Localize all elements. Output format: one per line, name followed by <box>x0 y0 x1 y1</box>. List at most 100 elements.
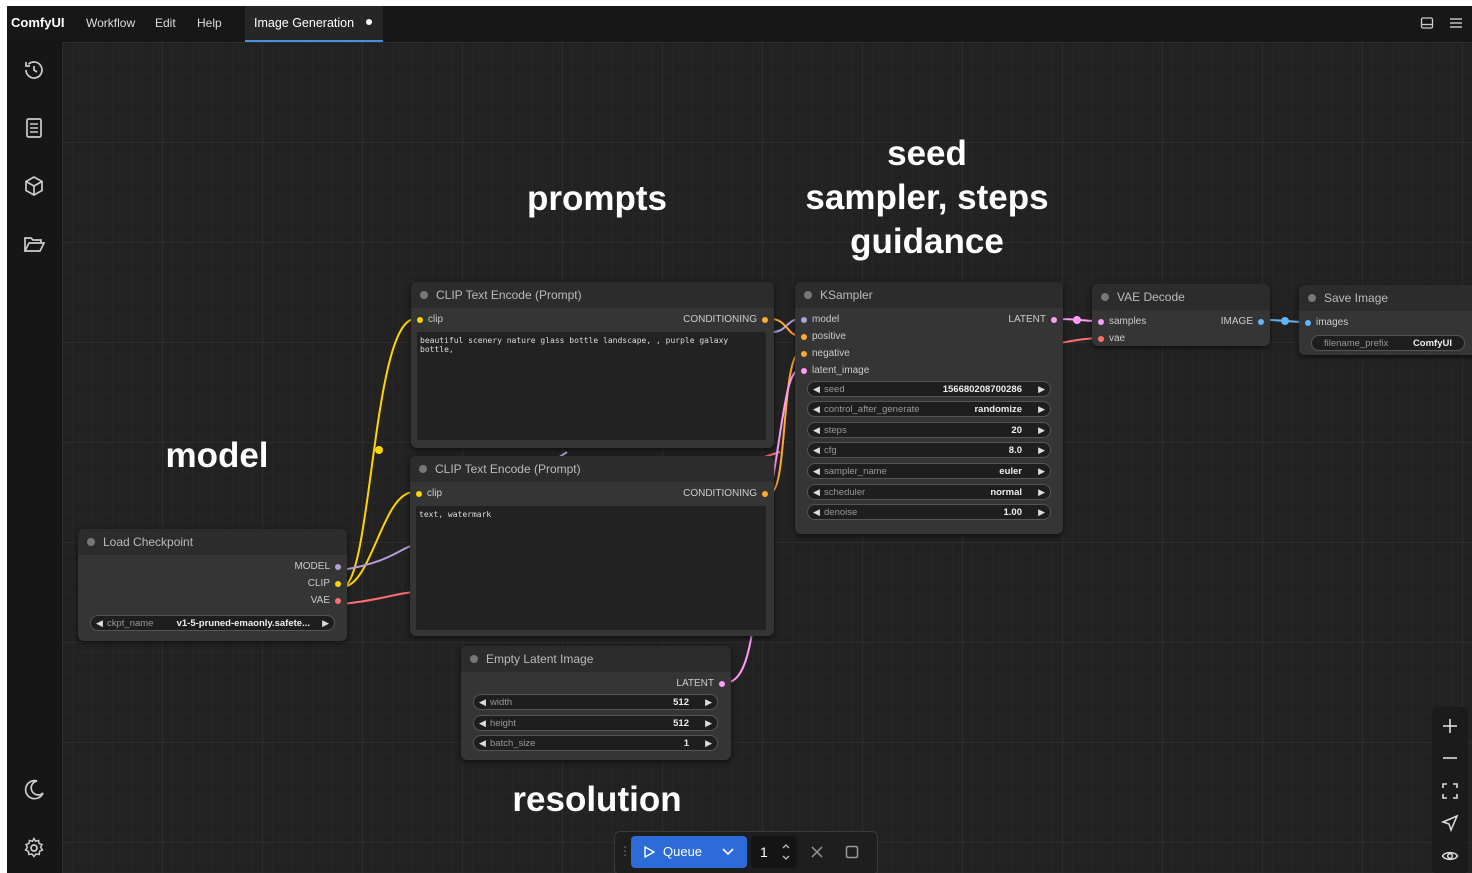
theme-toggle-icon[interactable] <box>22 778 46 802</box>
queue-list-icon[interactable] <box>22 116 46 140</box>
widget-control-after-generate[interactable]: ◀ control_after_generate randomize ▶ <box>807 401 1051 417</box>
decrement-arrow-icon[interactable]: ◀ <box>813 404 820 415</box>
decrement-arrow-icon[interactable]: ◀ <box>479 718 486 729</box>
drag-handle-icon[interactable]: ⋮ <box>619 844 631 858</box>
slot-dot[interactable] <box>762 491 768 497</box>
output-slot-conditioning[interactable]: CONDITIONING <box>683 314 768 325</box>
node-vae-decode[interactable]: VAE Decode samples vae IMAGE <box>1092 284 1270 346</box>
output-slot-conditioning[interactable]: CONDITIONING <box>683 488 768 499</box>
widget-ckpt-name[interactable]: ◀ ckpt_name v1-5-pruned-emaonly.safete..… <box>90 615 335 631</box>
batch-count-input[interactable]: 1 <box>751 836 797 868</box>
increment-arrow-icon[interactable]: ▶ <box>1038 466 1045 477</box>
slot-dot[interactable] <box>1098 336 1104 342</box>
increment-arrow-icon[interactable]: ▶ <box>705 738 712 749</box>
slot-dot[interactable] <box>335 598 341 604</box>
stepper-arrows-icon[interactable] <box>781 841 791 863</box>
slot-dot[interactable] <box>801 317 807 323</box>
node-title-bar[interactable]: Load Checkpoint <box>78 529 347 555</box>
increment-arrow-icon[interactable]: ▶ <box>1038 404 1045 415</box>
slot-dot[interactable] <box>719 681 725 687</box>
widget-batch-size[interactable]: ◀ batch_size 1 ▶ <box>473 735 718 751</box>
slot-dot[interactable] <box>335 581 341 587</box>
widget-scheduler[interactable]: ◀ scheduler normal ▶ <box>807 484 1051 500</box>
decrement-arrow-icon[interactable]: ◀ <box>813 507 820 518</box>
widget-filename-prefix[interactable]: filename_prefix ComfyUI <box>1311 335 1465 351</box>
node-title-bar[interactable]: Save Image <box>1299 285 1472 311</box>
decrement-arrow-icon[interactable]: ◀ <box>479 738 486 749</box>
input-slot-latent-image[interactable]: latent_image <box>801 365 869 376</box>
node-title-bar[interactable]: KSampler <box>795 282 1063 308</box>
node-collapse-dot[interactable] <box>420 291 428 299</box>
node-collapse-dot[interactable] <box>470 655 478 663</box>
select-mode-icon[interactable] <box>1441 814 1459 832</box>
decrement-arrow-icon[interactable]: ◀ <box>813 445 820 456</box>
input-slot-positive[interactable]: positive <box>801 331 846 342</box>
node-clip-text-encode-negative[interactable]: CLIP Text Encode (Prompt) clip CONDITION… <box>410 456 774 636</box>
output-slot-image[interactable]: IMAGE <box>1221 316 1264 327</box>
node-title-bar[interactable]: VAE Decode <box>1092 284 1270 310</box>
node-title-bar[interactable]: CLIP Text Encode (Prompt) <box>411 282 774 308</box>
increment-arrow-icon[interactable]: ▶ <box>322 618 329 629</box>
node-load-checkpoint[interactable]: Load Checkpoint MODEL CLIP VAE ◀ ckpt_na… <box>78 529 347 641</box>
decrement-arrow-icon[interactable]: ◀ <box>479 697 486 708</box>
input-slot-negative[interactable]: negative <box>801 348 850 359</box>
slot-dot[interactable] <box>801 368 807 374</box>
fit-view-icon[interactable] <box>1441 782 1459 800</box>
widget-height[interactable]: ◀ height 512 ▶ <box>473 715 718 731</box>
widget-denoise[interactable]: ◀ denoise 1.00 ▶ <box>807 504 1051 520</box>
increment-arrow-icon[interactable]: ▶ <box>705 697 712 708</box>
slot-dot[interactable] <box>1051 317 1057 323</box>
prompt-textarea[interactable]: beautiful scenery nature glass bottle la… <box>417 332 766 440</box>
increment-arrow-icon[interactable]: ▶ <box>1038 384 1045 395</box>
slot-dot[interactable] <box>1305 320 1311 326</box>
history-icon[interactable] <box>22 58 46 82</box>
graph-canvas[interactable]: prompts seed sampler, steps guidance mod… <box>62 42 1472 873</box>
input-slot-images[interactable]: images <box>1305 317 1348 328</box>
node-empty-latent-image[interactable]: Empty Latent Image LATENT ◀ width 512 ▶ … <box>461 646 731 760</box>
slot-dot[interactable] <box>417 317 423 323</box>
input-slot-model[interactable]: model <box>801 314 839 325</box>
input-slot-vae[interactable]: vae <box>1098 333 1125 344</box>
increment-arrow-icon[interactable]: ▶ <box>1038 425 1045 436</box>
increment-arrow-icon[interactable]: ▶ <box>1038 487 1045 498</box>
increment-arrow-icon[interactable]: ▶ <box>1038 507 1045 518</box>
increment-arrow-icon[interactable]: ▶ <box>705 718 712 729</box>
decrement-arrow-icon[interactable]: ◀ <box>813 384 820 395</box>
slot-dot[interactable] <box>1258 319 1264 325</box>
slot-dot[interactable] <box>762 317 768 323</box>
prompt-textarea[interactable]: text, watermark <box>416 506 766 630</box>
decrement-arrow-icon[interactable]: ◀ <box>813 425 820 436</box>
widget-seed[interactable]: ◀ seed 156680208700286 ▶ <box>807 381 1051 397</box>
output-slot-clip[interactable]: CLIP <box>308 578 341 589</box>
model-library-icon[interactable] <box>22 174 46 198</box>
output-slot-model[interactable]: MODEL <box>294 561 341 572</box>
node-ksampler[interactable]: KSampler model positive negative latent_… <box>795 282 1063 534</box>
input-slot-clip[interactable]: clip <box>416 488 442 499</box>
node-collapse-dot[interactable] <box>1308 294 1316 302</box>
decrement-arrow-icon[interactable]: ◀ <box>813 487 820 498</box>
widget-width[interactable]: ◀ width 512 ▶ <box>473 694 718 710</box>
node-collapse-dot[interactable] <box>1101 293 1109 301</box>
menu-workflow[interactable]: Workflow <box>86 16 135 30</box>
zoom-out-icon[interactable] <box>1441 749 1459 767</box>
menu-edit[interactable]: Edit <box>155 16 176 30</box>
unsaved-dot-icon[interactable] <box>366 19 372 25</box>
input-slot-clip[interactable]: clip <box>417 314 443 325</box>
queue-button[interactable]: Queue <box>631 836 747 868</box>
output-slot-latent[interactable]: LATENT <box>676 678 725 689</box>
slot-dot[interactable] <box>335 564 341 570</box>
node-title-bar[interactable]: CLIP Text Encode (Prompt) <box>410 456 774 482</box>
output-slot-vae[interactable]: VAE <box>311 595 341 606</box>
slot-dot[interactable] <box>1098 319 1104 325</box>
toggle-panel-icon[interactable] <box>1420 16 1434 30</box>
hamburger-menu-icon[interactable] <box>1449 16 1463 30</box>
toggle-links-icon[interactable] <box>1441 847 1459 865</box>
widget-sampler-name[interactable]: ◀ sampler_name euler ▶ <box>807 463 1051 479</box>
slot-dot[interactable] <box>801 351 807 357</box>
node-clip-text-encode-positive[interactable]: CLIP Text Encode (Prompt) clip CONDITION… <box>411 282 774 448</box>
increment-arrow-icon[interactable]: ▶ <box>1038 445 1045 456</box>
node-title-bar[interactable]: Empty Latent Image <box>461 646 731 672</box>
node-collapse-dot[interactable] <box>804 291 812 299</box>
tab-image-generation[interactable]: Image Generation <box>245 6 383 42</box>
decrement-arrow-icon[interactable]: ◀ <box>96 618 103 629</box>
